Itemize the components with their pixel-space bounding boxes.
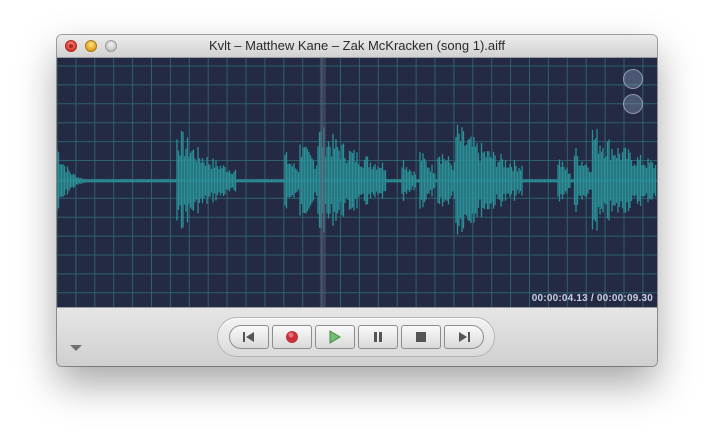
stop-icon [416,332,426,342]
play-button[interactable] [315,325,355,349]
zoom-out-circle-button[interactable] [623,94,643,114]
skip-forward-icon [459,332,470,342]
playhead [319,58,326,307]
play-icon [329,330,341,344]
player-window: Kvlt – Matthew Kane – Zak McKracken (son… [57,35,657,366]
window-title: Kvlt – Matthew Kane – Zak McKracken (son… [208,38,505,53]
zoom-in-circle-button[interactable] [623,69,643,89]
stop-button[interactable] [401,325,441,349]
skip-to-end-button[interactable] [444,325,484,349]
title-bar[interactable]: Kvlt – Matthew Kane – Zak McKracken (son… [57,35,657,58]
transport-controls [217,317,495,357]
waveform-graph [57,58,657,307]
record-icon [286,331,298,343]
skip-back-icon [243,332,254,342]
transport-bar [57,307,657,366]
disclosure-triangle-icon[interactable] [70,345,82,351]
record-button[interactable] [272,325,312,349]
pause-button[interactable] [358,325,398,349]
skip-to-start-button[interactable] [229,325,269,349]
timecode-readout: 00:00:04.13 / 00:00:09.30 [531,293,653,304]
waveform-display[interactable]: 00:00:04.13 / 00:00:09.30 [57,58,657,307]
pause-icon [374,332,382,342]
